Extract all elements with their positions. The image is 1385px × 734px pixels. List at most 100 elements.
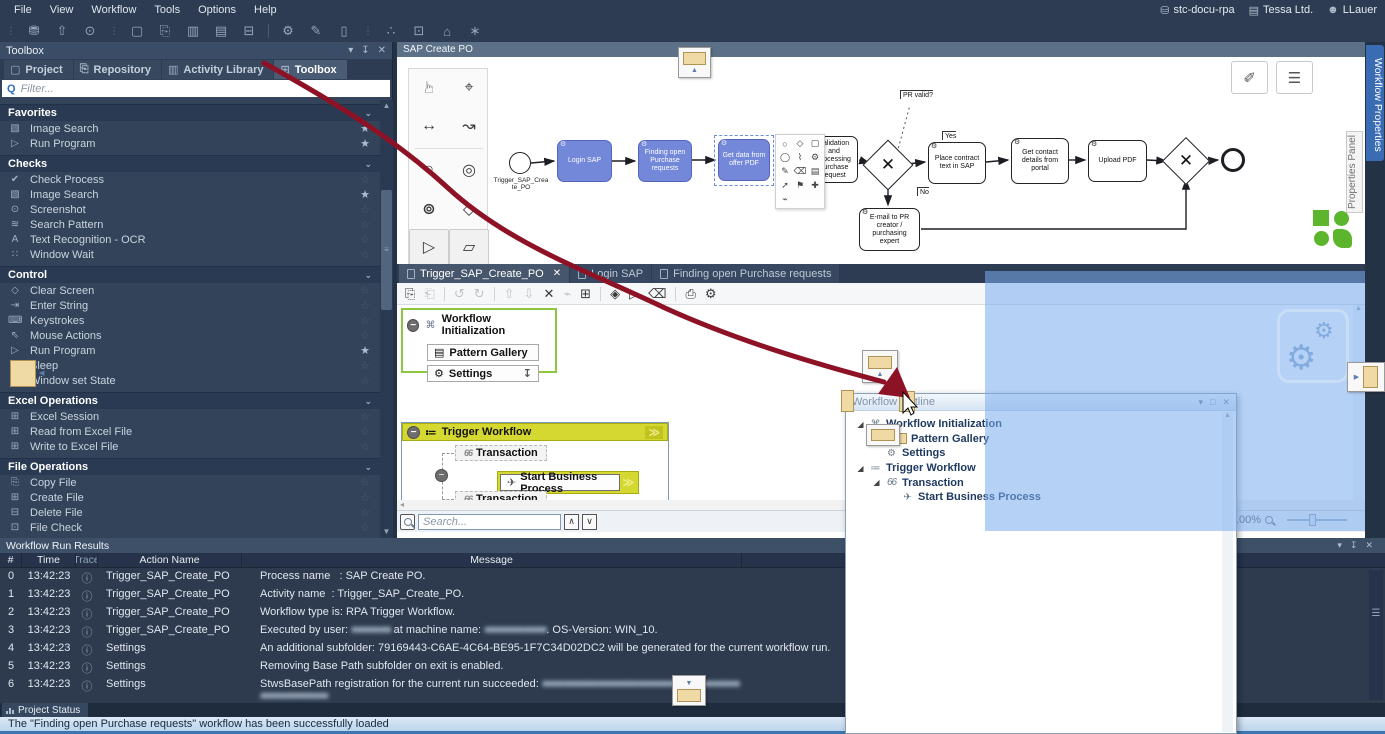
- report-icon[interactable]: ▯: [335, 23, 353, 39]
- scroll-up-icon[interactable]: ▲: [380, 100, 393, 112]
- star-filled-icon[interactable]: ★: [360, 188, 370, 201]
- star-outline-icon[interactable]: ☆: [360, 359, 370, 372]
- dock-guide-tab-left[interactable]: [841, 390, 854, 412]
- star-outline-icon[interactable]: ☆: [360, 506, 370, 519]
- toolbox-item-read-from-excel-file[interactable]: ⊞Read from Excel File☆: [0, 424, 380, 439]
- star-outline-icon[interactable]: ☆: [360, 425, 370, 438]
- breakpoint-icon[interactable]: ◈: [610, 286, 620, 302]
- publish-icon[interactable]: ⇧: [53, 23, 71, 39]
- wrench-icon[interactable]: ✎: [778, 165, 792, 178]
- append-task-icon[interactable]: ▢: [808, 137, 822, 150]
- toolbox-item-delete-file[interactable]: ⊟Delete File☆: [0, 505, 380, 520]
- col-num[interactable]: #: [0, 553, 22, 567]
- toolbox-item-run-program[interactable]: ▷Run Program★: [0, 343, 380, 358]
- workflow-initialization-group[interactable]: −⌘Workflow Initialization ▤Pattern Galle…: [401, 308, 557, 373]
- section-header-favorites[interactable]: Favorites⌄: [0, 104, 380, 121]
- trigger-workflow-block[interactable]: −≔Trigger Workflow≫ − 66Transaction ✈Sta…: [401, 422, 669, 500]
- connect-tool-icon[interactable]: ↝: [449, 107, 489, 144]
- search-prev-button[interactable]: ∧: [564, 514, 579, 530]
- star-outline-icon[interactable]: ☆: [360, 329, 370, 342]
- toolbox-item-copy-file[interactable]: ⎘Copy File☆: [0, 475, 380, 490]
- scroll-down-icon[interactable]: ▼: [380, 526, 393, 538]
- section-header-file-operations[interactable]: File Operations⌄: [0, 458, 380, 475]
- link-icon[interactable]: ⌁: [563, 286, 571, 302]
- new-file-icon[interactable]: ▢: [128, 23, 146, 39]
- toolbox-item-keystrokes[interactable]: ⌨Keystrokes☆: [0, 313, 380, 328]
- end-event[interactable]: [1221, 148, 1245, 172]
- library-icon[interactable]: ▥: [184, 23, 202, 39]
- tab-finding-open-purchase-requests[interactable]: Finding open Purchase requests: [652, 264, 839, 283]
- folder-icon[interactable]: ▤: [808, 165, 822, 178]
- tab-login-sap[interactable]: Login SAP: [570, 264, 651, 283]
- append-end-event-icon[interactable]: ◯: [778, 151, 792, 164]
- redo-icon[interactable]: ↻: [474, 286, 485, 302]
- document-icon[interactable]: ▤: [212, 23, 230, 39]
- intermediate-event-tool-icon[interactable]: ◎: [449, 152, 489, 189]
- toolbox-item-write-to-excel-file[interactable]: ⊞Write to Excel File☆: [0, 439, 380, 454]
- tools-icon[interactable]: ⚙: [705, 286, 717, 302]
- star-outline-icon[interactable]: ☆: [360, 491, 370, 504]
- tab-workflow-properties[interactable]: Workflow Properties: [1366, 45, 1384, 161]
- task-get-contact-details[interactable]: ⚙Get contact details from portal: [1011, 138, 1069, 184]
- space-tool-icon[interactable]: ↔: [409, 107, 449, 144]
- search-next-button[interactable]: ∨: [582, 514, 597, 530]
- filter-input[interactable]: Q Filter...: [2, 80, 390, 97]
- star-filled-icon[interactable]: ★: [360, 344, 370, 357]
- toolbox-item-run-program[interactable]: ▷Run Program★: [0, 136, 380, 151]
- chevron-up-icon[interactable]: ⌄: [364, 462, 372, 473]
- col-message[interactable]: Message: [242, 553, 742, 567]
- pin-icon[interactable]: ↧: [361, 45, 369, 56]
- tab-properties-panel[interactable]: Properties Panel: [1346, 131, 1363, 213]
- star-outline-icon[interactable]: ☆: [360, 521, 370, 534]
- toolbox-item-search-pattern[interactable]: ≋Search Pattern☆: [0, 217, 380, 232]
- dock-guide-inner[interactable]: [866, 424, 900, 446]
- transaction-activity[interactable]: 66Transaction: [455, 491, 547, 500]
- append-start-event-icon[interactable]: ○: [778, 137, 792, 150]
- context-pad[interactable]: ○◇▢ ◯⌇⚙ ✎⌫▤ ➚⚑✚ ⌁: [775, 134, 825, 209]
- hand-tool-icon[interactable]: ☞: [411, 68, 448, 108]
- star-outline-icon[interactable]: ☆: [360, 410, 370, 423]
- dock-guide-right[interactable]: ▶: [1347, 362, 1385, 392]
- expanded-icon[interactable]: ◢: [856, 464, 865, 473]
- toolbox-tab-repository[interactable]: ⎘Repository: [74, 60, 161, 79]
- toolbox-item-excel-session[interactable]: ⊞Excel Session☆: [0, 409, 380, 424]
- save-icon[interactable]: ⛃: [25, 23, 43, 39]
- dropdown-icon[interactable]: ▾: [348, 45, 353, 56]
- dock-guide-top-center[interactable]: ▲: [862, 350, 898, 383]
- toolbox-tab-toolbox[interactable]: ⊞Toolbox: [274, 60, 346, 79]
- close-icon[interactable]: ✕: [378, 45, 386, 56]
- dock-guide-top[interactable]: ▲: [678, 47, 711, 78]
- move-down-icon[interactable]: ⇩: [524, 286, 535, 302]
- star-outline-icon[interactable]: ☆: [360, 284, 370, 297]
- col-trace[interactable]: Trace: [76, 553, 98, 567]
- toolbox-item-sleep[interactable]: ⋈Sleep☆: [0, 358, 380, 373]
- dock-guide-tab-center[interactable]: [899, 391, 915, 412]
- task-email-pr-creator[interactable]: ⚙E-mail to PR creator / purchasing exper…: [859, 208, 920, 251]
- star-filled-icon[interactable]: ★: [360, 122, 370, 135]
- move-up-icon[interactable]: ⇧: [504, 286, 515, 302]
- service-gears-icon[interactable]: ⚙: [808, 151, 822, 164]
- connector-icon[interactable]: ⌁: [778, 193, 792, 206]
- star-filled-icon[interactable]: ★: [360, 137, 370, 150]
- end-event-tool-icon[interactable]: ⊚: [409, 190, 449, 227]
- lasso-tool-icon[interactable]: ⌖: [449, 69, 489, 106]
- trash-icon[interactable]: ⌫: [648, 286, 666, 302]
- transaction-activity[interactable]: 66Transaction: [455, 445, 547, 461]
- gateway-merge[interactable]: ✕: [1169, 144, 1203, 178]
- task-upload-pdf[interactable]: ⚙Upload PDF: [1088, 140, 1147, 182]
- star-outline-icon[interactable]: ☆: [360, 173, 370, 186]
- start-event[interactable]: [509, 152, 531, 174]
- toolbox-item-text-recognition-ocr[interactable]: AText Recognition - OCR☆: [0, 232, 380, 247]
- star-outline-icon[interactable]: ☆: [360, 374, 370, 387]
- delete-icon[interactable]: ✕: [543, 286, 554, 302]
- section-header-excel-operations[interactable]: Excel Operations⌄: [0, 392, 380, 409]
- toolbox-item-enter-string[interactable]: ⇥Enter String☆: [0, 298, 380, 313]
- print-icon[interactable]: ⎙: [685, 286, 695, 302]
- hamburger-icon[interactable]: ☰: [1369, 608, 1383, 619]
- tab-trigger-sap-create-po[interactable]: Trigger_SAP_Create_PO✕: [399, 264, 569, 283]
- toolbox-item-file-check[interactable]: ⊡File Check☆: [0, 520, 380, 535]
- chevron-up-icon[interactable]: ⌄: [364, 270, 372, 281]
- bookmark-icon[interactable]: ⚑: [793, 179, 807, 192]
- start-event-tool-icon[interactable]: ○: [409, 152, 449, 189]
- menu-tools[interactable]: Tools: [146, 2, 188, 18]
